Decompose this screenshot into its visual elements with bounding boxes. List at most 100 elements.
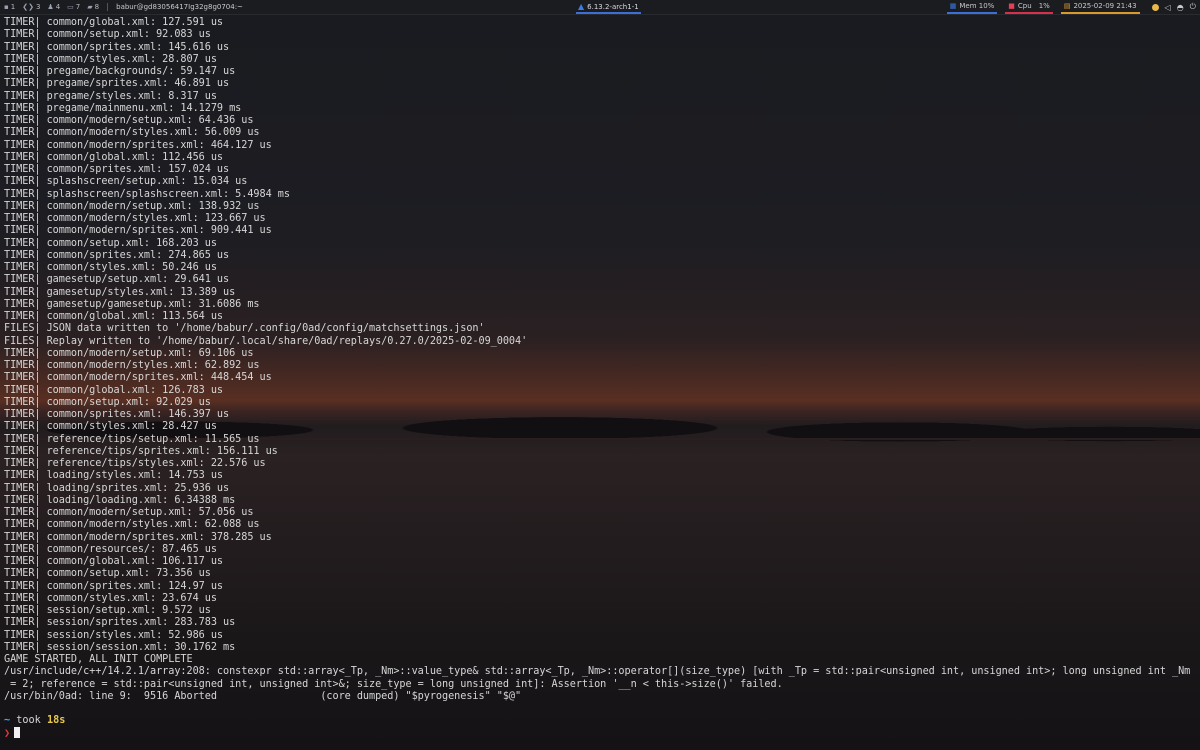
arch-linux-icon: ▲ — [578, 2, 585, 11]
terminal-line: TIMER| common/modern/setup.xml: 69.106 u… — [4, 347, 254, 359]
terminal-line: TIMER| common/modern/sprites.xml: 909.44… — [4, 225, 272, 237]
terminal-line: TIMER| common/modern/styles.xml: 62.088 … — [4, 519, 260, 531]
terminal-line: TIMER| pregame/mainmenu.xml: 14.1279 ms — [4, 102, 242, 114]
terminal-line: TIMER| common/sprites.xml: 124.97 us — [4, 580, 224, 592]
terminal-line: TIMER| common/sprites.xml: 146.397 us — [4, 409, 230, 420]
terminal-line: TIMER| common/sprites.xml: 274.865 us — [4, 249, 230, 261]
shell-prompt-area[interactable]: ~ took 18s ❯ — [4, 715, 1200, 740]
workspace-number: 8 — [94, 3, 100, 11]
volume-icon[interactable]: ◁ — [1165, 3, 1171, 12]
terminal-line: TIMER| common/modern/styles.xml: 123.667… — [4, 213, 266, 224]
terminal-line: TIMER| common/setup.xml: 92.029 us — [4, 396, 211, 408]
terminal-line: TIMER| common/sprites.xml: 157.024 us — [4, 164, 230, 175]
terminal-line: TIMER| common/global.xml: 113.564 us — [4, 311, 224, 322]
terminal-line: FILES| JSON data written to '/home/babur… — [4, 323, 485, 335]
wifi-icon[interactable]: ◓ — [1177, 3, 1184, 12]
terminal-line: TIMER| common/resources/: 87.465 us — [4, 543, 217, 555]
terminal-line: /usr/bin/0ad: line 9: 9516 Aborted (core… — [4, 690, 522, 702]
top-panel: ▪ 1 ❮❯ 3 ♟ 4 ▭ 7 ▰ 8 babur@gd830564​17Ig32g8g0704… — [0, 0, 1200, 15]
power-icon[interactable]: ⏻ — [1190, 2, 1196, 12]
terminal-line: TIMER| common/styles.xml: 28.807 us — [4, 53, 217, 65]
terminal-line: TIMER| common/global.xml: 126.783 us — [4, 384, 224, 396]
terminal-cursor — [14, 727, 21, 739]
terminal-line: TIMER| pregame/backgrounds/: 59.147 us — [4, 66, 236, 77]
terminal-line: TIMER| common/modern/styles.xml: 62.892 … — [4, 360, 260, 371]
cpu-usage: 1% — [1038, 2, 1050, 10]
terminal-line: TIMER| common/setup.xml: 92.083 us — [4, 29, 211, 41]
workspace-number: 4 — [55, 3, 61, 11]
terminal-line: TIMER| common/modern/sprites.xml: 464.12… — [4, 139, 272, 151]
terminal-line: TIMER| common/styles.xml: 28.427 us — [4, 421, 217, 433]
cpu-label: Cpu — [1017, 2, 1032, 10]
active-window-title[interactable]: babur@gd830564​17Ig32g8g0704:~ — [116, 3, 243, 11]
terminal-line: TIMER| common/modern/styles.xml: 56.009 … — [4, 127, 260, 139]
terminal-line: TIMER| session/sprites.xml: 283.783 us — [4, 617, 236, 629]
terminal-line: TIMER| gamesetup/styles.xml: 13.389 us — [4, 286, 236, 298]
terminal-line: TIMER| loading/loading.xml: 6.34388 ms — [4, 494, 236, 506]
calendar-icon: ▤ — [1063, 2, 1071, 10]
prompt-arrow-icon: ❯ — [4, 728, 11, 740]
workspace-number: 7 — [75, 3, 81, 11]
terminal-line: TIMER| session/styles.xml: 52.986 us — [4, 629, 224, 641]
terminal-line: TIMER| gamesetup/setup.xml: 29.641 us — [4, 274, 230, 286]
panel-divider — [107, 3, 109, 11]
terminal-line: TIMER| common/modern/setup.xml: 138.932 … — [4, 200, 260, 212]
workspace-number: 1 — [10, 3, 16, 11]
cpu-widget[interactable]: ■ Cpu 1% — [1005, 1, 1053, 14]
terminal-line: TIMER| gamesetup/gamesetup.xml: 31.6086 … — [4, 298, 260, 310]
terminal-line: TIMER| common/modern/sprites.xml: 448.45… — [4, 372, 272, 384]
workspace-7[interactable]: ▭ 7 — [67, 3, 80, 11]
prompt-took-label: took — [16, 715, 41, 726]
folder-icon: ▰ — [87, 3, 93, 11]
kernel-version-indicator: ▲ 6.13.2-arch1-1 — [576, 1, 641, 14]
prompt-duration: 18s — [46, 715, 66, 726]
terminal-line: TIMER| common/setup.xml: 168.203 us — [4, 237, 217, 249]
prompt-status-line: ~ took 18s — [4, 715, 1200, 727]
user-icon: ♟ — [47, 3, 54, 11]
tray-status-icon[interactable] — [1151, 3, 1159, 11]
terminal-window[interactable]: TIMER| common/global.xml: 127.591 us TIME… — [0, 14, 1200, 750]
clock-datetime: 2025-02-09 21:43 — [1073, 2, 1137, 10]
terminal-line: FILES| Replay written to '/home/babur/.l… — [4, 335, 528, 347]
terminal-line: TIMER| common/modern/setup.xml: 64.436 u… — [4, 115, 254, 126]
memory-icon: ▦ — [949, 2, 957, 10]
terminal-line: TIMER| loading/styles.xml: 14.753 us — [4, 470, 224, 482]
terminal-line: TIMER| common/styles.xml: 23.674 us — [4, 592, 217, 604]
terminal-line: TIMER| reference/tips/setup.xml: 11.565 … — [4, 433, 260, 445]
system-tray: ◁ ◓ ⏻ — [1151, 2, 1196, 12]
system-stats: ▦ Mem 10% ■ Cpu 1% ▤ 2025-02-09 21:43 ◁ … — [946, 0, 1196, 14]
terminal-icon: ▪ — [4, 3, 9, 11]
workspace-3[interactable]: ❮❯ 3 — [22, 3, 40, 11]
clock-widget[interactable]: ▤ 2025-02-09 21:43 — [1060, 1, 1140, 14]
terminal-line: TIMER| splashscreen/setup.xml: 15.034 us — [4, 176, 248, 188]
terminal-line: TIMER| common/global.xml: 112.456 us — [4, 151, 224, 163]
terminal-line: TIMER| common/setup.xml: 73.356 us — [4, 568, 211, 580]
prompt-cwd: ~ — [4, 715, 11, 726]
monitor-icon: ▭ — [67, 3, 74, 11]
workspace-1[interactable]: ▪ 1 — [4, 3, 15, 11]
cpu-icon: ■ — [1008, 2, 1015, 10]
workspace-4[interactable]: ♟ 4 — [47, 3, 60, 11]
terminal-output: TIMER| common/global.xml: 127.591 us TIME… — [4, 17, 1200, 703]
workspace-switcher: ▪ 1 ❮❯ 3 ♟ 4 ▭ 7 ▰ 8 — [4, 3, 99, 11]
kernel-version: 6.13.2-arch1-1 — [587, 2, 639, 11]
terminal-line: TIMER| common/modern/sprites.xml: 378.28… — [4, 531, 272, 543]
workspace-number: 3 — [35, 3, 41, 11]
terminal-line: TIMER| common/sprites.xml: 145.616 us — [4, 41, 230, 53]
code-icon: ❮❯ — [22, 3, 34, 11]
terminal-line: TIMER| reference/tips/sprites.xml: 156.1… — [4, 445, 278, 457]
prompt-input-line[interactable]: ❯ — [4, 727, 1200, 739]
terminal-line: TIMER| pregame/styles.xml: 8.317 us — [4, 90, 217, 102]
terminal-line: TIMER| common/global.xml: 127.591 us — [4, 17, 224, 28]
workspace-8[interactable]: ▰ 8 — [87, 3, 99, 11]
terminal-line: TIMER| common/styles.xml: 50.246 us — [4, 262, 217, 273]
terminal-line: TIMER| session/session.xml: 30.1762 ms — [4, 641, 236, 653]
terminal-line: = 2; reference = std::pair<unsigned int,… — [4, 678, 783, 690]
memory-widget[interactable]: ▦ Mem 10% — [946, 1, 998, 14]
terminal-line: TIMER| loading/sprites.xml: 25.936 us — [4, 482, 230, 494]
terminal-line: TIMER| common/modern/setup.xml: 57.056 u… — [4, 507, 254, 518]
terminal-line: TIMER| session/setup.xml: 9.572 us — [4, 605, 211, 616]
terminal-line: /usr/include/c++/14.2.1/array:208: const… — [4, 666, 1191, 678]
terminal-line: GAME STARTED, ALL INIT COMPLETE — [4, 654, 193, 665]
terminal-line: TIMER| common/global.xml: 106.117 us — [4, 556, 224, 567]
